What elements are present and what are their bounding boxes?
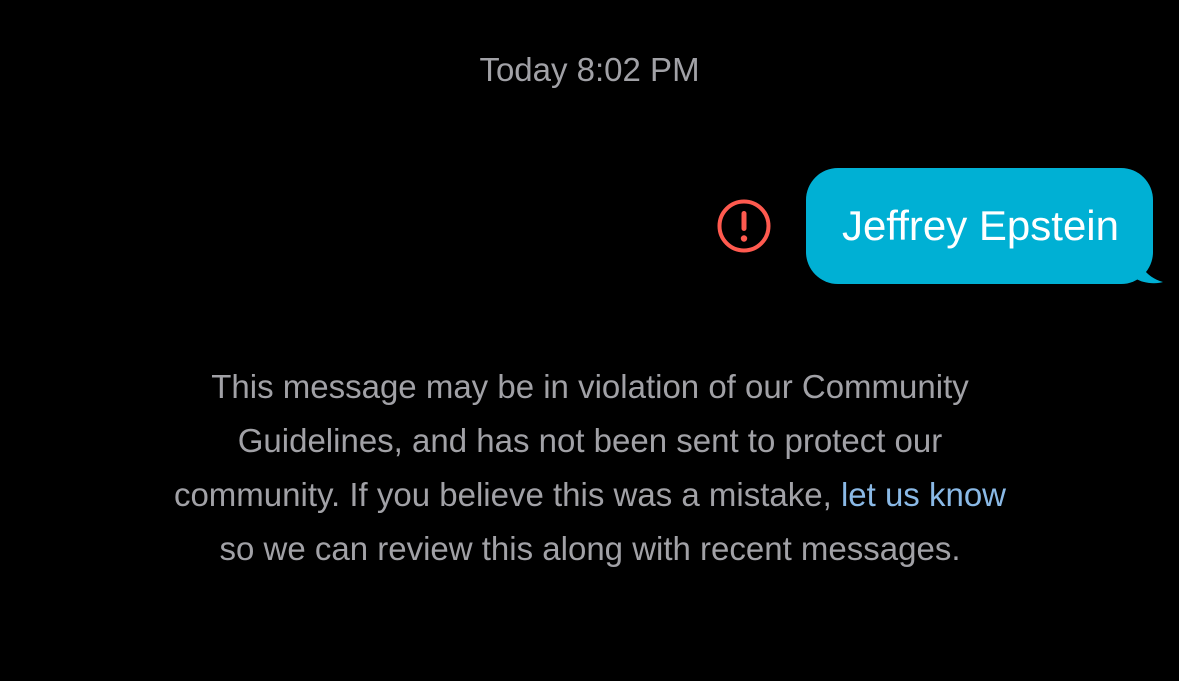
let-us-know-link[interactable]: let us know — [841, 476, 1006, 513]
sent-message-bubble[interactable]: Jeffrey Epstein — [805, 168, 1163, 284]
bubble-tail — [1135, 254, 1163, 284]
guidelines-violation-notice: This message may be in violation of our … — [160, 360, 1020, 576]
notice-text-after: so we can review this along with recent … — [219, 530, 961, 567]
error-exclamation-icon[interactable] — [716, 198, 772, 254]
message-text: Jeffrey Epstein — [841, 202, 1119, 249]
message-timestamp: Today 8:02 PM — [479, 51, 700, 88]
sent-message-row: Jeffrey Epstein — [716, 168, 1163, 284]
